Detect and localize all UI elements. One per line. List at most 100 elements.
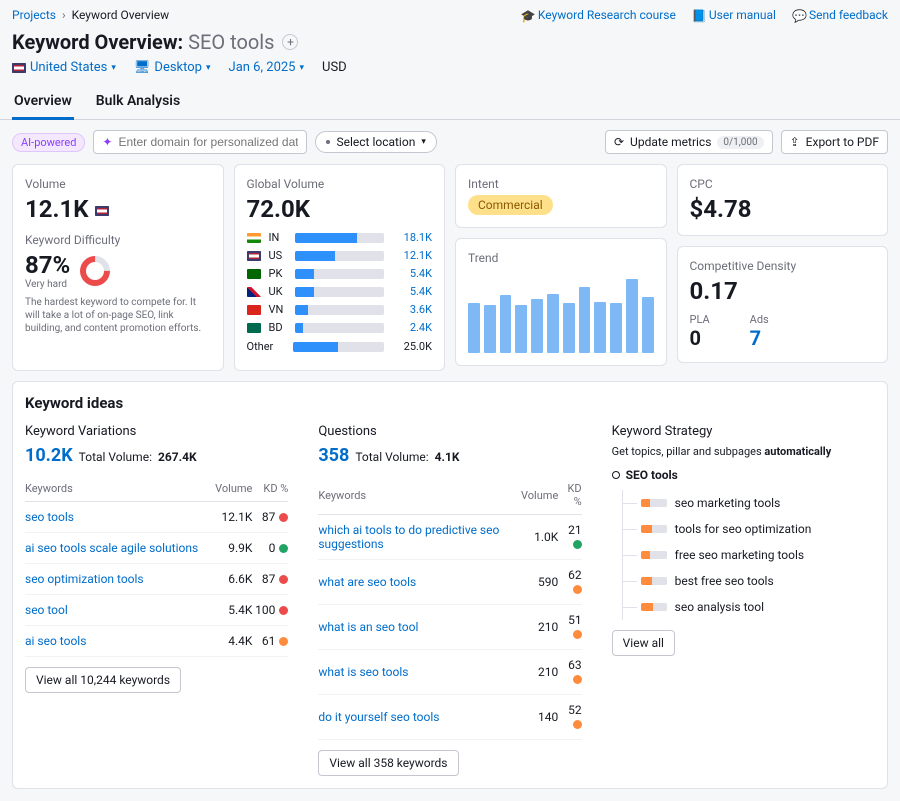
update-count: 0/1,000	[717, 136, 763, 149]
variations-column: Keyword Variations 10.2K Total Volume: 2…	[25, 424, 288, 776]
kd-dot-icon	[573, 720, 582, 729]
difficulty-label: Keyword Difficulty	[25, 233, 211, 247]
country-filter[interactable]: United States▾	[12, 60, 116, 75]
trend-bar	[468, 303, 480, 353]
global-volume-value: 72.0K	[247, 195, 433, 223]
kd-dot-icon	[573, 675, 582, 684]
view-all-strategy-button[interactable]: View all	[612, 630, 675, 656]
trend-bar	[515, 305, 527, 353]
volume-bar	[295, 287, 385, 297]
kd-cell: 0	[252, 533, 288, 564]
strategy-bar-icon	[641, 577, 667, 585]
strategy-item[interactable]: free seo marketing tools	[623, 542, 875, 568]
update-metrics-button[interactable]: ⟳ Update metrics 0/1,000	[605, 130, 773, 154]
keyword-link[interactable]: what are seo tools	[318, 575, 416, 589]
table-row: ai seo tools scale agile solutions9.9K0	[25, 533, 288, 564]
tab-overview[interactable]: Overview	[12, 85, 74, 120]
volume-cell: 210	[521, 650, 558, 695]
cpc-label: CPC	[690, 177, 876, 191]
us-flag-icon	[95, 206, 109, 216]
country-code: IN	[269, 231, 287, 244]
date-filter[interactable]: Jan 6, 2025▾	[229, 60, 305, 75]
country-code: VN	[269, 303, 287, 316]
keyword-link[interactable]: seo optimization tools	[25, 572, 144, 586]
chevron-down-icon: ▾	[206, 63, 211, 73]
strategy-bar-icon	[641, 551, 667, 559]
volume-cell: 4.4K	[212, 626, 252, 657]
kd-cell: 100	[252, 595, 288, 626]
country-code: PK	[269, 267, 287, 280]
competitive-label: Competitive Density	[690, 259, 876, 273]
other-label: Other	[247, 340, 285, 353]
variations-count[interactable]: 10.2K	[25, 445, 73, 466]
kd-cell: 21	[558, 515, 581, 560]
strategy-item[interactable]: seo analysis tool	[623, 594, 875, 620]
trend-card: Trend	[455, 238, 667, 366]
chevron-right-icon: ›	[62, 8, 66, 22]
domain-input-wrapper[interactable]: ✦	[93, 130, 307, 154]
volume-value: 12.1K	[25, 195, 211, 223]
chevron-down-icon: ▾	[300, 63, 305, 73]
kd-dot-icon	[279, 637, 288, 646]
add-keyword-button[interactable]: +	[282, 34, 298, 50]
country-row: UK5.4K	[247, 285, 433, 298]
domain-input[interactable]	[118, 135, 298, 149]
country-volume[interactable]: 18.1K	[392, 231, 432, 244]
ads-value[interactable]: 7	[750, 326, 761, 350]
country-volume[interactable]: 5.4K	[392, 267, 432, 280]
questions-sub-label: Total Volume:	[355, 450, 428, 464]
kd-dot-icon	[279, 544, 288, 553]
breadcrumb: Projects › Keyword Overview	[12, 8, 169, 22]
col-volume: Volume	[212, 476, 252, 502]
keyword-link[interactable]: seo tools	[25, 510, 74, 524]
keyword-link[interactable]: ai seo tools	[25, 634, 86, 648]
course-link[interactable]: 🎓Keyword Research course	[521, 8, 676, 22]
strategy-item-label: free seo marketing tools	[675, 548, 804, 562]
tab-bulk-analysis[interactable]: Bulk Analysis	[94, 85, 182, 119]
view-all-questions-button[interactable]: View all 358 keywords	[318, 750, 458, 776]
location-select[interactable]: Select location ▾	[315, 131, 436, 153]
country-volume[interactable]: 5.4K	[392, 285, 432, 298]
table-row: seo optimization tools6.6K87	[25, 564, 288, 595]
kd-dot-icon	[279, 575, 288, 584]
keyword-link[interactable]: ai seo tools scale agile solutions	[25, 541, 198, 555]
questions-title: Questions	[318, 424, 581, 439]
variations-sub-label: Total Volume:	[79, 450, 152, 464]
pla-label: PLA	[690, 313, 710, 326]
kd-cell: 61	[252, 626, 288, 657]
flag-icon	[247, 323, 261, 333]
view-all-variations-button[interactable]: View all 10,244 keywords	[25, 667, 181, 693]
keyword-link[interactable]: what is seo tools	[318, 665, 408, 679]
table-row: which ai tools to do predictive seo sugg…	[318, 515, 581, 560]
strategy-item[interactable]: best free seo tools	[623, 568, 875, 594]
table-row: seo tools 12.1K87	[25, 502, 288, 533]
keyword-link[interactable]: which ai tools to do predictive seo sugg…	[318, 523, 499, 551]
strategy-item[interactable]: tools for seo optimization	[623, 516, 875, 542]
keyword-link[interactable]: seo tool	[25, 603, 68, 617]
strategy-item[interactable]: seo marketing tools	[623, 490, 875, 516]
trend-bar	[610, 303, 622, 353]
country-volume[interactable]: 3.6K	[392, 303, 432, 316]
variations-table: Keywords Volume KD % seo tools12.1K87ai …	[25, 476, 288, 657]
country-volume[interactable]: 2.4K	[392, 321, 432, 334]
send-feedback-link[interactable]: 💬Send feedback	[792, 8, 888, 22]
user-manual-link[interactable]: 📘User manual	[692, 8, 776, 22]
device-filter[interactable]: 🖥Desktop▾	[134, 60, 211, 75]
strategy-bar-icon	[641, 525, 667, 533]
cpc-value: $4.78	[690, 195, 876, 223]
breadcrumb-parent[interactable]: Projects	[12, 8, 56, 22]
table-row: do it yourself seo tools14052	[318, 695, 581, 740]
table-row: what are seo tools59062	[318, 560, 581, 605]
export-pdf-button[interactable]: ⇪ Export to PDF	[781, 130, 888, 154]
kd-cell: 87	[252, 502, 288, 533]
keyword-link[interactable]: what is an seo tool	[318, 620, 418, 634]
questions-count[interactable]: 358	[318, 445, 349, 466]
kd-cell: 51	[558, 605, 581, 650]
desktop-icon: 🖥	[134, 60, 151, 75]
keyword-link[interactable]: do it yourself seo tools	[318, 710, 439, 724]
us-flag-icon	[12, 63, 26, 73]
competitive-density-card: Competitive Density 0.17 PLA 0 Ads 7	[677, 246, 889, 363]
strategy-bar-icon	[641, 603, 667, 611]
volume-cell: 12.1K	[212, 502, 252, 533]
country-volume[interactable]: 12.1K	[392, 249, 432, 262]
